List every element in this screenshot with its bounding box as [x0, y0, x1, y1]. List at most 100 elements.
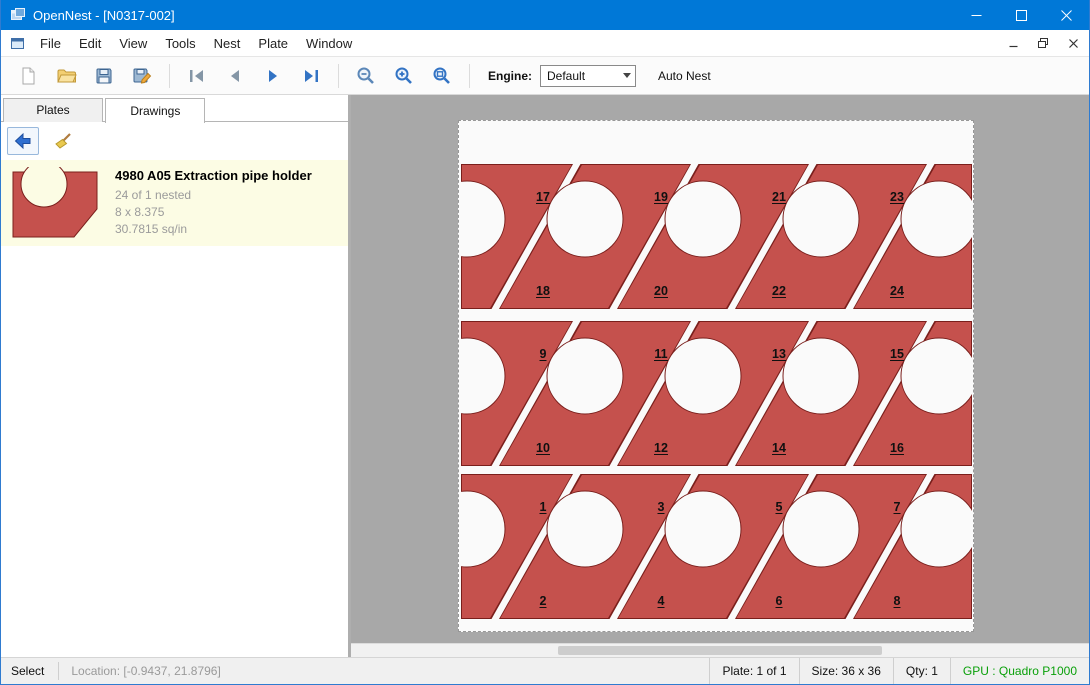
part-number-link[interactable]: 8: [894, 594, 901, 608]
status-plate: Plate: 1 of 1: [709, 658, 798, 684]
tab-drawings[interactable]: Drawings: [105, 98, 205, 123]
broom-icon: [53, 131, 73, 151]
last-plate-button[interactable]: [294, 61, 328, 91]
part-number-link[interactable]: 1: [540, 500, 547, 514]
nesting-canvas[interactable]: 171921231820222491113151012141613572468: [351, 95, 1089, 657]
part-number-link[interactable]: 2: [540, 594, 547, 608]
part-number-link[interactable]: 12: [654, 441, 668, 455]
part-number-link[interactable]: 6: [776, 594, 783, 608]
part-number-link[interactable]: 13: [772, 347, 786, 361]
part-number-link[interactable]: 17: [536, 190, 550, 204]
part-number-link[interactable]: 5: [776, 500, 783, 514]
panel-tabs: Plates Drawings: [1, 95, 348, 122]
part-number-link[interactable]: 10: [536, 441, 550, 455]
menu-plate[interactable]: Plate: [249, 31, 297, 56]
skip-to-first-icon: [187, 67, 207, 85]
open-button[interactable]: [49, 61, 83, 91]
part-number-link[interactable]: 9: [540, 347, 547, 361]
part-number-link[interactable]: 7: [894, 500, 901, 514]
clean-button[interactable]: [47, 127, 79, 155]
menu-nest[interactable]: Nest: [205, 31, 250, 56]
part-number-link[interactable]: 16: [890, 441, 904, 455]
drawing-nested-count: 24 of 1 nested: [115, 187, 312, 204]
part-number-link[interactable]: 22: [772, 284, 786, 298]
menu-view[interactable]: View: [110, 31, 156, 56]
mdi-close-button[interactable]: [1059, 32, 1087, 54]
main-area: Plates Drawings: [1, 95, 1089, 657]
magnifier-plus-icon: [394, 66, 414, 86]
menu-edit[interactable]: Edit: [70, 31, 110, 56]
part-number-link[interactable]: 21: [772, 190, 786, 204]
left-panel: Plates Drawings: [1, 95, 351, 657]
next-plate-button[interactable]: [256, 61, 290, 91]
toolbar-separator: [338, 64, 339, 88]
app-icon: [10, 7, 26, 23]
save-as-button[interactable]: [125, 61, 159, 91]
tab-plates[interactable]: Plates: [3, 98, 103, 122]
drawing-area: 30.7815 sq/in: [115, 221, 312, 238]
zoom-fit-button[interactable]: [425, 61, 459, 91]
part-number-link[interactable]: 11: [654, 347, 667, 361]
blank-page-icon: [18, 66, 38, 86]
previous-plate-button[interactable]: [218, 61, 252, 91]
status-gpu: GPU : Quadro P1000: [950, 658, 1089, 684]
drawing-title: 4980 A05 Extraction pipe holder: [115, 168, 312, 183]
part-number-link[interactable]: 14: [772, 441, 786, 455]
part-number-link[interactable]: 19: [654, 190, 668, 204]
floppy-pencil-icon: [132, 66, 153, 86]
drawings-toolbar: [1, 122, 348, 160]
part-number-link[interactable]: 18: [536, 284, 550, 298]
floppy-icon: [94, 66, 114, 86]
menu-tools[interactable]: Tools: [156, 31, 204, 56]
zoom-out-button[interactable]: [349, 61, 383, 91]
menu-file[interactable]: File: [31, 31, 70, 56]
engine-select[interactable]: Default: [540, 65, 636, 87]
status-bar: Select Location: [-0.9437, 21.8796] Plat…: [1, 657, 1089, 684]
main-toolbar: Engine: Default Auto Nest: [1, 57, 1089, 95]
part-number-link[interactable]: 20: [654, 284, 668, 298]
first-plate-button[interactable]: [180, 61, 214, 91]
plate[interactable]: 171921231820222491113151012141613572468: [458, 120, 974, 632]
canvas-horizontal-scrollbar[interactable]: [351, 643, 1089, 657]
mdi-minimize-button[interactable]: [999, 32, 1027, 54]
auto-nest-button[interactable]: Auto Nest: [658, 69, 711, 83]
chevron-down-icon[interactable]: [618, 66, 635, 86]
new-button[interactable]: [11, 61, 45, 91]
title-bar[interactable]: OpenNest - [N0317-002]: [1, 0, 1089, 30]
magnifier-minus-icon: [356, 66, 376, 86]
part-number-link[interactable]: 15: [890, 347, 904, 361]
window-title: OpenNest - [N0317-002]: [33, 8, 175, 23]
part-number-link[interactable]: 23: [890, 190, 904, 204]
status-qty: Qty: 1: [893, 658, 950, 684]
part-number-link[interactable]: 3: [658, 500, 665, 514]
minimize-button[interactable]: [954, 0, 999, 30]
menu-window[interactable]: Window: [297, 31, 361, 56]
menu-bar: File Edit View Tools Nest Plate Window: [1, 30, 1089, 57]
arrow-right-icon: [263, 67, 283, 85]
save-button[interactable]: [87, 61, 121, 91]
status-mode: Select: [1, 664, 58, 678]
scrollbar-thumb[interactable]: [558, 646, 883, 655]
skip-to-last-icon: [301, 67, 321, 85]
status-size: Size: 36 x 36: [799, 658, 893, 684]
drawing-list-item[interactable]: 4980 A05 Extraction pipe holder 24 of 1 …: [1, 160, 348, 246]
maximize-button[interactable]: [999, 0, 1044, 30]
part-shape-icon: [11, 167, 99, 239]
status-location: Location: [-0.9437, 21.8796]: [59, 664, 232, 678]
part-number-link[interactable]: 4: [658, 594, 665, 608]
nested-parts-drawing[interactable]: 171921231820222491113151012141613572468: [459, 121, 973, 631]
toolbar-separator: [469, 64, 470, 88]
blue-left-arrow-icon: [13, 131, 33, 151]
part-number-link[interactable]: 24: [890, 284, 904, 298]
part-thumbnail: [9, 166, 101, 240]
drawings-list-empty-area: [1, 246, 348, 657]
send-to-plate-button[interactable]: [7, 127, 39, 155]
folder-icon: [56, 66, 77, 86]
document-icon: [10, 36, 25, 51]
zoom-in-button[interactable]: [387, 61, 421, 91]
app-window: OpenNest - [N0317-002] File Edit View To…: [0, 0, 1090, 685]
close-button[interactable]: [1044, 0, 1089, 30]
drawing-size: 8 x 8.375: [115, 204, 312, 221]
magnifier-fit-icon: [432, 66, 452, 86]
mdi-restore-button[interactable]: [1029, 32, 1057, 54]
